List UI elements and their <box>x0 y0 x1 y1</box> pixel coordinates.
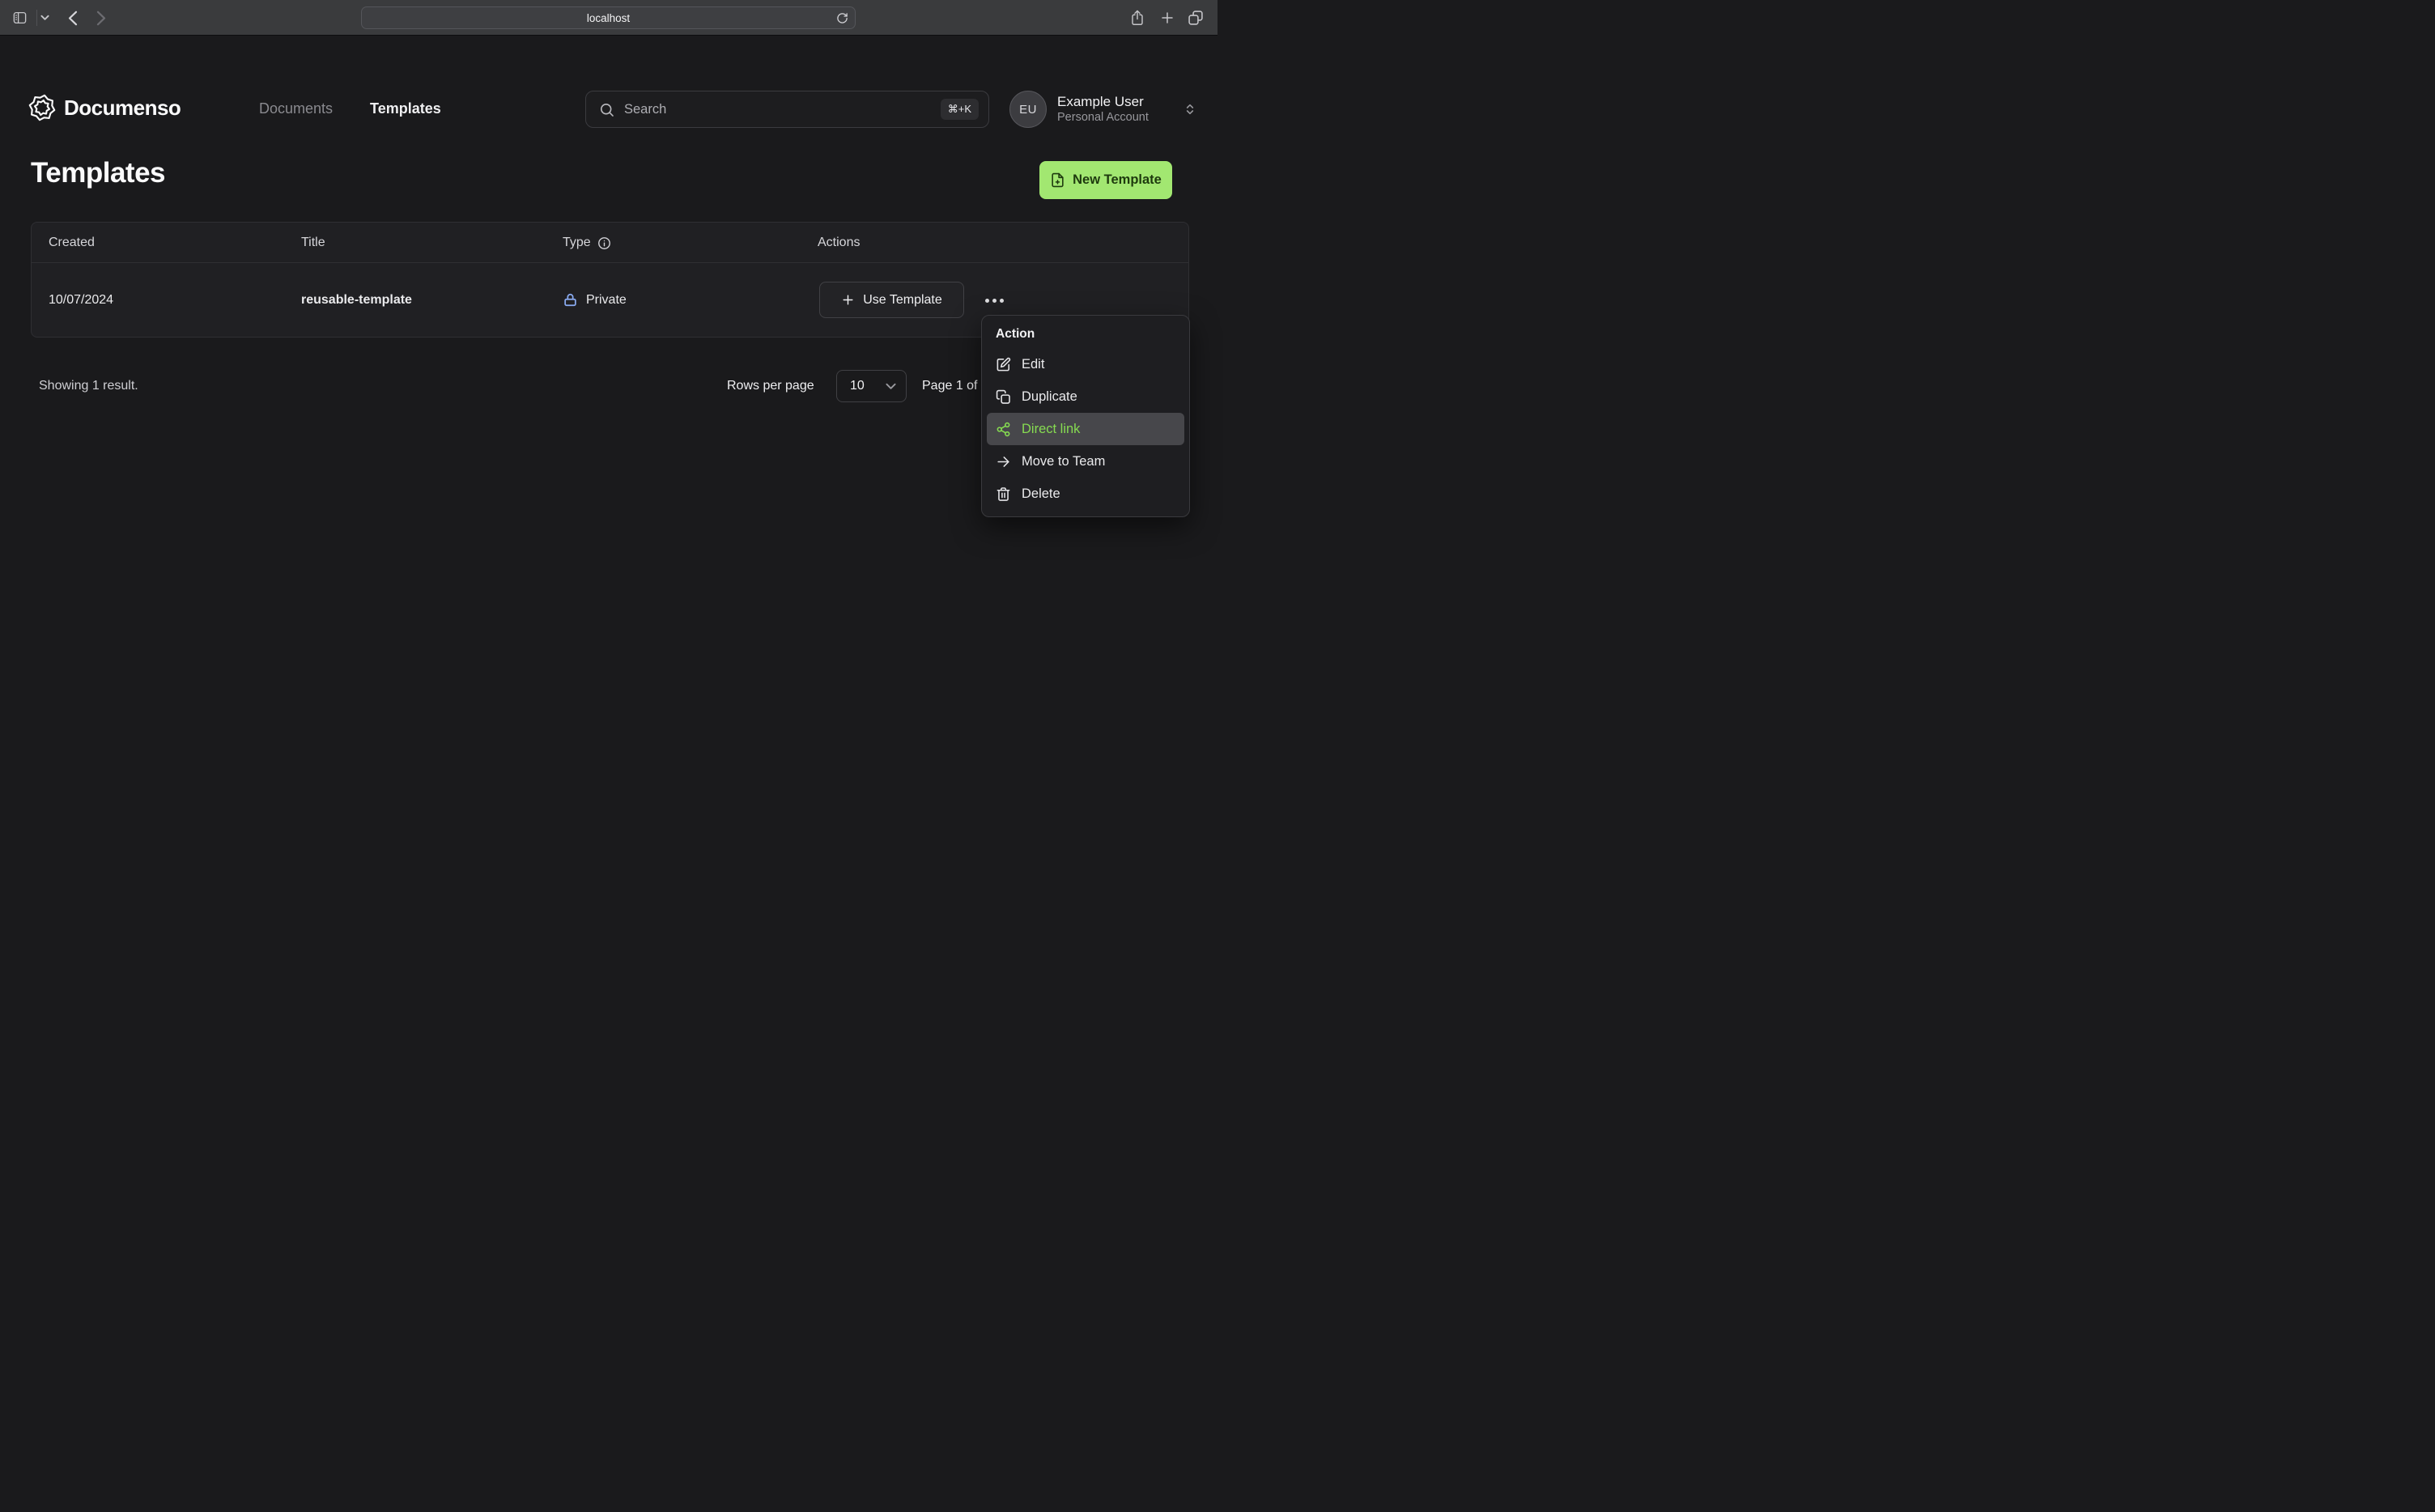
search-box[interactable]: ⌘+K <box>585 91 989 128</box>
search-icon <box>599 102 614 117</box>
menu-item-label: Delete <box>1022 486 1060 501</box>
menu-title: Action <box>996 327 1035 341</box>
page-title: Templates <box>31 157 166 189</box>
account-type: Personal Account <box>1057 111 1149 125</box>
table-header: Created Title Type Actions <box>32 223 1188 263</box>
info-icon[interactable] <box>597 236 611 250</box>
account-name: Example User <box>1057 93 1144 109</box>
brand[interactable]: Documenso <box>28 94 181 121</box>
menu-item-delete[interactable]: Delete <box>987 478 1184 510</box>
chevron-down-icon <box>886 383 896 390</box>
copy-icon <box>996 389 1011 405</box>
tab-overview-icon[interactable] <box>1188 10 1204 26</box>
sidebar-chevron-down-icon[interactable] <box>40 15 49 21</box>
menu-item-edit[interactable]: Edit <box>987 348 1184 380</box>
account-meta: Example User Personal Account <box>1057 93 1179 125</box>
app-header: Documenso Documents Templates ⌘+K EU Exa… <box>0 36 1218 128</box>
ellipsis-icon <box>984 298 989 303</box>
address-bar[interactable]: localhost <box>361 6 856 29</box>
back-icon[interactable] <box>68 11 78 26</box>
search-shortcut-badge: ⌘+K <box>940 99 979 120</box>
reload-icon[interactable] <box>836 11 848 25</box>
use-template-button[interactable]: Use Template <box>819 282 964 318</box>
avatar: EU <box>1009 91 1047 128</box>
column-header-actions: Actions <box>818 236 861 249</box>
browser-toolbar: localhost <box>0 0 1218 36</box>
menu-item-label: Duplicate <box>1022 389 1077 404</box>
rows-per-page-label: Rows per page <box>727 379 814 393</box>
main-nav: Documents Templates <box>259 100 441 117</box>
search-input[interactable] <box>624 101 941 117</box>
new-tab-icon[interactable] <box>1160 11 1175 25</box>
chevrons-up-down-icon <box>1184 102 1196 117</box>
cell-created: 10/07/2024 <box>49 292 114 307</box>
menu-item-move-to-team[interactable]: Move to Team <box>987 445 1184 478</box>
account-menu[interactable]: EU Example User Personal Account <box>1009 91 1196 128</box>
rows-per-page-value: 10 <box>850 379 865 393</box>
sidebar-toggle-icon[interactable] <box>12 11 28 25</box>
nav-item-documents[interactable]: Documents <box>259 100 333 117</box>
menu-item-duplicate[interactable]: Duplicate <box>987 380 1184 413</box>
rows-per-page-select[interactable]: 10 <box>836 370 907 402</box>
page-indicator: Page 1 of 1 <box>922 379 988 393</box>
plus-icon <box>841 293 855 307</box>
menu-item-direct-link[interactable]: Direct link <box>987 413 1184 445</box>
row-action-menu: Action Edit Duplicate Direct link Move t… <box>981 315 1190 517</box>
cell-type: Private <box>563 263 627 337</box>
nav-item-templates[interactable]: Templates <box>370 100 441 117</box>
menu-item-label: Edit <box>1022 356 1045 372</box>
cell-title[interactable]: reusable-template <box>301 263 412 337</box>
share-link-icon <box>996 422 1011 437</box>
trash-icon <box>996 486 1011 502</box>
column-header-title: Title <box>301 236 325 249</box>
column-header-type: Type <box>563 223 611 263</box>
brand-name: Documenso <box>64 95 181 120</box>
results-count: Showing 1 result. <box>39 379 138 393</box>
documenso-logo-icon <box>28 94 56 121</box>
new-template-label: New Template <box>1073 172 1162 187</box>
lock-icon <box>563 292 578 308</box>
file-plus-icon <box>1050 172 1065 188</box>
column-header-created: Created <box>49 236 95 249</box>
type-label: Private <box>586 292 627 307</box>
forward-icon[interactable] <box>96 11 106 26</box>
url-text: localhost <box>586 11 631 24</box>
share-icon[interactable] <box>1130 9 1145 27</box>
menu-item-label: Move to Team <box>1022 453 1106 469</box>
row-actions-ellipsis-button[interactable] <box>977 290 1011 311</box>
square-pen-icon <box>996 357 1011 372</box>
arrow-right-icon <box>996 454 1011 469</box>
toolbar-divider <box>36 10 37 26</box>
new-template-button[interactable]: New Template <box>1039 161 1172 199</box>
menu-item-label: Direct link <box>1022 421 1081 436</box>
use-template-label: Use Template <box>863 292 942 307</box>
